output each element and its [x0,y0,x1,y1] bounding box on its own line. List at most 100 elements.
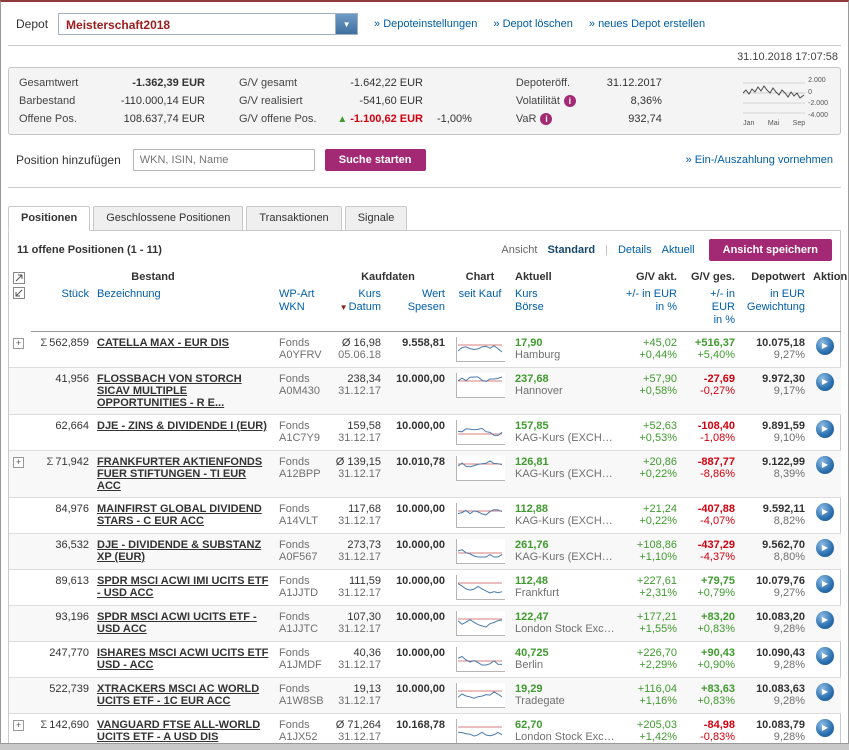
performance-chart[interactable]: 2.000 0 -2.000 -4.000 Jan Mai Sep [743,77,830,127]
info-icon[interactable]: i [564,95,576,107]
position-name-link[interactable]: FRANKFURTER AKTIENFONDS FUER STIFTUNGEN … [97,456,271,492]
action-button[interactable]: ▶ [816,373,834,391]
position-row: + Σ522,739 XTRACKERS MSCI AC WORLD UCITS… [9,678,841,714]
view-details[interactable]: Details [618,244,652,256]
sort-bezeichnung[interactable]: Bezeichnung [97,288,271,301]
mini-chart[interactable] [456,420,505,445]
volatilitaet-label: Volatilität [516,95,560,107]
position-weight: 8,80% [743,551,805,563]
exchange-name: Frankfurt [515,587,617,599]
action-button[interactable]: ▶ [816,647,834,665]
position-name-link[interactable]: CATELLA MAX - EUR DIS [97,337,271,349]
mini-chart[interactable] [456,647,505,672]
sort-datum[interactable]: ▼Datum [331,301,381,314]
expand-icon[interactable]: + [13,338,24,349]
position-name-link[interactable]: ISHARES MSCI ACWI UCITS ETF USD - ACC [97,647,271,671]
position-name-link[interactable]: FLOSSBACH VON STORCH SICAV MULTIPLE OPPO… [97,373,271,409]
action-arrow-icon: ▶ [822,341,828,350]
chart-y-label: 0 [808,89,828,96]
link-depot-loeschen[interactable]: » Depot löschen [493,18,573,30]
position-name-link[interactable]: SPDR MSCI ACWI IMI UCITS ETF - USD ACC [97,575,271,599]
action-button[interactable]: ▶ [816,719,834,737]
buy-value: 10.000,00 [389,373,445,385]
positions-count: 11 offene Positionen (1 - 11) [17,244,162,256]
position-row: + Σ71,942 FRANKFURTER AKTIENFONDS FUER S… [9,451,841,498]
position-name-link[interactable]: VANGUARD FTSE ALL-WORLD UCITS ETF - A US… [97,719,271,743]
action-button[interactable]: ▶ [816,420,834,438]
shares-count: 62,664 [55,420,89,432]
wp-art-value: Fonds [279,683,323,695]
search-input[interactable] [133,149,315,171]
tab-signale[interactable]: Signale [345,206,408,231]
shares-count: 522,739 [49,683,89,695]
sort-kurs-aktuell[interactable]: Kurs [515,288,617,301]
chevron-down-icon[interactable]: ▼ [335,14,357,34]
tab-positionen[interactable]: Positionen [8,206,90,231]
group-chart: Chart [449,269,511,286]
payout-link[interactable]: » Ein-/Auszahlung vornehmen [686,154,833,166]
mini-chart[interactable] [456,719,505,744]
position-name-link[interactable]: DJE - DIVIDENDE & SUBSTANZ XP (EUR) [97,539,271,563]
position-row: + Σ93,196 SPDR MSCI ACWI UCITS ETF - USD… [9,606,841,642]
action-button[interactable]: ▶ [816,683,834,701]
expand-all-icon[interactable] [13,272,25,284]
view-standard[interactable]: Standard [547,244,595,256]
sort-depotwert-eur[interactable]: in EUR [743,288,805,301]
collapse-all-icon[interactable] [13,287,25,299]
search-start-button[interactable]: Suche starten [325,149,426,171]
mini-chart[interactable] [456,337,505,362]
expand-icon[interactable]: + [13,720,24,731]
action-button[interactable]: ▶ [816,456,834,474]
action-button[interactable]: ▶ [816,503,834,521]
tab-geschlossene-positionen[interactable]: Geschlossene Positionen [93,206,243,231]
sort-gv-ges-pct[interactable]: in % [685,314,735,327]
action-button[interactable]: ▶ [816,337,834,355]
position-name-link[interactable]: XTRACKERS MSCI AC WORLD UCITS ETF - 1C E… [97,683,271,707]
sort-wp-art[interactable]: WP-Art [279,288,323,301]
sort-boerse[interactable]: Börse [515,301,617,314]
link-neues-depot-erstellen[interactable]: » neues Depot erstellen [589,18,705,30]
sort-wert[interactable]: Wert [389,288,445,301]
mini-chart-svg [458,421,504,441]
mini-chart[interactable] [456,373,505,398]
mini-chart[interactable] [456,575,505,600]
action-button[interactable]: ▶ [816,575,834,593]
position-name-link[interactable]: DJE - ZINS & DIVIDENDE I (EUR) [97,420,271,432]
wp-art-value: Fonds [279,539,323,551]
wkn-value: A1JJTC [279,623,323,635]
sort-kurs[interactable]: Kurs [331,288,381,301]
expand-icon[interactable]: + [13,457,24,468]
buy-date: 31.12.17 [331,515,381,527]
position-name-link[interactable]: SPDR MSCI ACWI UCITS ETF - USD ACC [97,611,271,635]
buy-value: 9.558,81 [389,337,445,349]
position-row: + Σ89,613 SPDR MSCI ACWI IMI UCITS ETF -… [9,570,841,606]
sort-wkn[interactable]: WKN [279,301,323,314]
sort-stueck[interactable]: Stück [35,288,89,301]
buy-date: 05.06.18 [331,349,381,361]
position-name-link[interactable]: MAINFIRST GLOBAL DIVIDEND STARS - C EUR … [97,503,271,527]
view-aktuell[interactable]: Aktuell [662,244,695,256]
sort-gv-akt-eur[interactable]: +/- in EUR [625,288,677,301]
action-button[interactable]: ▶ [816,611,834,629]
position-weight: 9,27% [743,587,805,599]
current-price: 40,725 [515,647,617,659]
mini-chart[interactable] [456,683,505,708]
link-depoteinstellungen[interactable]: » Depoteinstellungen [374,18,477,30]
mini-chart[interactable] [456,503,505,528]
mini-chart[interactable] [456,456,505,481]
sort-gewichtung[interactable]: Gewichtung [743,301,805,314]
sort-gv-ges-eur[interactable]: +/- in EUR [685,288,735,314]
action-button[interactable]: ▶ [816,539,834,557]
sort-spesen[interactable]: Spesen [389,301,445,314]
depot-select[interactable]: Meisterschaft2018 ▼ [58,13,358,35]
save-view-button[interactable]: Ansicht speichern [709,239,832,261]
action-arrow-icon: ▶ [822,424,828,433]
info-icon[interactable]: i [540,113,552,125]
sort-gv-akt-pct[interactable]: in % [625,301,677,314]
current-price: 157,85 [515,420,617,432]
mini-chart[interactable] [456,539,505,564]
tab-transaktionen[interactable]: Transaktionen [246,206,341,231]
gv-ges-eur: -84,98 [685,719,735,731]
mini-chart[interactable] [456,611,505,636]
action-arrow-icon: ▶ [822,460,828,469]
